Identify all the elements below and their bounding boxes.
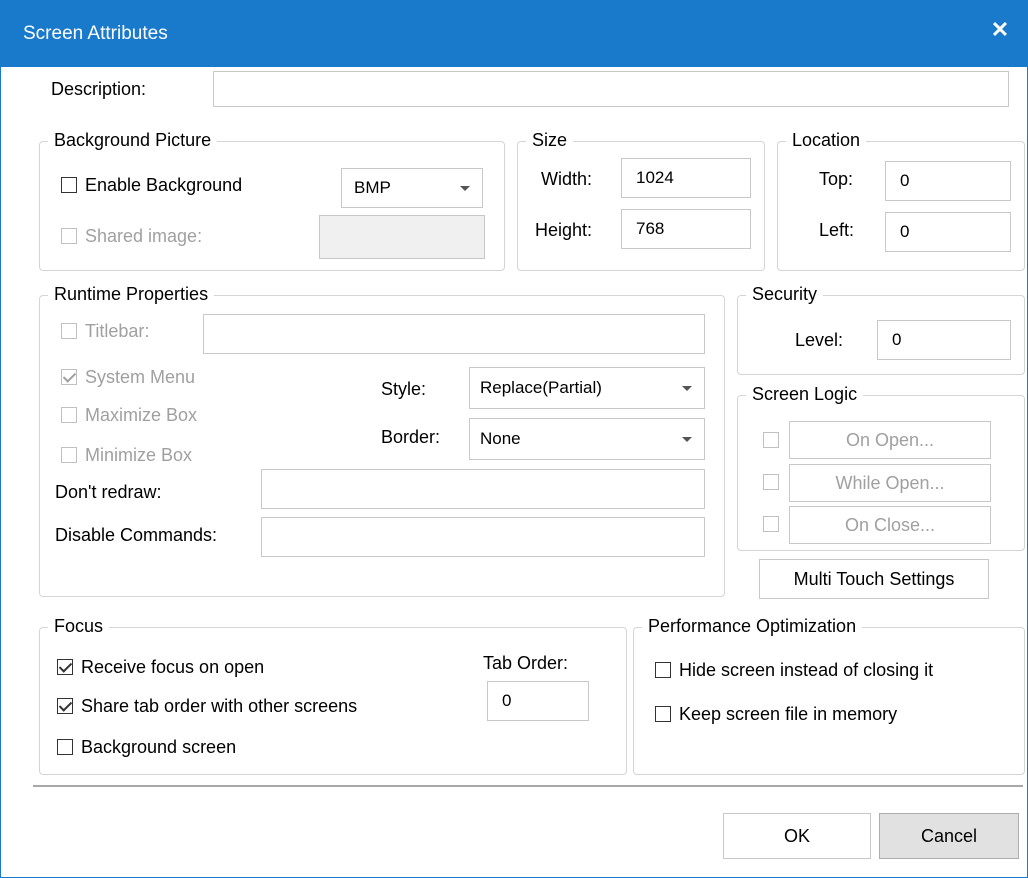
- background-screen-checkbox[interactable]: [57, 739, 73, 755]
- footer-separator: [33, 785, 1023, 787]
- chevron-down-icon: [682, 386, 692, 391]
- screen-attributes-dialog: Screen Attributes ✕ Description: Backgro…: [0, 0, 1028, 878]
- performance-optimization-group: Performance Optimization: [633, 616, 1025, 775]
- receive-focus-checkbox[interactable]: [57, 659, 73, 675]
- level-label: Level:: [795, 330, 844, 350]
- on-open-checkbox[interactable]: [763, 432, 779, 448]
- minimize-box-checkbox[interactable]: [61, 447, 77, 463]
- style-label: Style:: [381, 379, 427, 399]
- while-open-button[interactable]: While Open...: [789, 464, 991, 502]
- maximize-box-checkbox[interactable]: [61, 407, 77, 423]
- shared-image-input[interactable]: [319, 215, 485, 259]
- level-input[interactable]: 0: [877, 320, 1011, 360]
- title-bar[interactable]: Screen Attributes ✕: [1, 1, 1027, 67]
- dont-redraw-input[interactable]: [261, 469, 705, 509]
- minimize-box-label: Minimize Box: [85, 445, 193, 465]
- top-input[interactable]: 0: [885, 161, 1011, 201]
- keep-screen-checkbox[interactable]: [655, 706, 671, 722]
- description-input[interactable]: [213, 71, 1009, 107]
- system-menu-label: System Menu: [85, 367, 196, 387]
- height-label: Height:: [535, 220, 593, 240]
- performance-optimization-legend: Performance Optimization: [642, 616, 863, 637]
- background-screen-label: Background screen: [81, 737, 237, 757]
- hide-screen-checkbox[interactable]: [655, 662, 671, 678]
- height-input[interactable]: 768: [621, 209, 751, 249]
- receive-focus-label: Receive focus on open: [81, 657, 265, 677]
- hide-screen-label: Hide screen instead of closing it: [679, 660, 934, 680]
- screen-logic-legend: Screen Logic: [746, 384, 864, 405]
- share-tab-order-checkbox[interactable]: [57, 698, 73, 714]
- background-picture-legend: Background Picture: [48, 130, 218, 151]
- style-value: Replace(Partial): [480, 378, 602, 397]
- tab-order-label: Tab Order:: [483, 653, 569, 673]
- focus-legend: Focus: [48, 616, 110, 637]
- location-legend: Location: [786, 130, 867, 151]
- border-select[interactable]: None: [469, 418, 705, 460]
- description-label: Description:: [51, 79, 147, 99]
- security-legend: Security: [746, 284, 824, 305]
- shared-image-label: Shared image:: [85, 226, 203, 246]
- shared-image-checkbox[interactable]: [61, 228, 77, 244]
- keep-screen-label: Keep screen file in memory: [679, 704, 898, 724]
- runtime-properties-legend: Runtime Properties: [48, 284, 215, 305]
- style-select[interactable]: Replace(Partial): [469, 367, 705, 409]
- size-legend: Size: [526, 130, 574, 151]
- close-icon[interactable]: ✕: [985, 15, 1015, 45]
- titlebar-input[interactable]: [203, 314, 705, 354]
- ok-button[interactable]: OK: [723, 813, 871, 859]
- top-label: Top:: [819, 169, 854, 189]
- multi-touch-settings-button[interactable]: Multi Touch Settings: [759, 559, 989, 599]
- width-label: Width:: [541, 169, 593, 189]
- checkmark-icon: [58, 659, 73, 673]
- system-menu-checkbox[interactable]: [61, 369, 77, 385]
- while-open-checkbox[interactable]: [763, 474, 779, 490]
- tab-order-input[interactable]: 0: [487, 681, 589, 721]
- dont-redraw-label: Don't redraw:: [55, 482, 162, 502]
- disable-commands-label: Disable Commands:: [55, 525, 218, 545]
- disable-commands-input[interactable]: [261, 517, 705, 557]
- border-value: None: [480, 429, 521, 448]
- titlebar-label: Titlebar:: [85, 321, 150, 341]
- on-close-checkbox[interactable]: [763, 516, 779, 532]
- border-label: Border:: [381, 427, 441, 447]
- share-tab-order-label: Share tab order with other screens: [81, 696, 358, 716]
- background-format-select[interactable]: BMP: [341, 168, 483, 208]
- left-label: Left:: [819, 220, 855, 240]
- checkmark-icon: [62, 369, 77, 383]
- dialog-title: Screen Attributes: [23, 23, 168, 44]
- left-input[interactable]: 0: [885, 212, 1011, 252]
- cancel-button[interactable]: Cancel: [879, 813, 1019, 859]
- maximize-box-label: Maximize Box: [85, 405, 198, 425]
- background-format-value: BMP: [354, 178, 391, 197]
- enable-background-checkbox[interactable]: [61, 177, 77, 193]
- width-input[interactable]: 1024: [621, 158, 751, 198]
- chevron-down-icon: [460, 186, 470, 191]
- checkmark-icon: [58, 698, 73, 712]
- enable-background-label: Enable Background: [85, 175, 243, 195]
- on-close-button[interactable]: On Close...: [789, 506, 991, 544]
- chevron-down-icon: [682, 437, 692, 442]
- titlebar-checkbox[interactable]: [61, 323, 77, 339]
- on-open-button[interactable]: On Open...: [789, 421, 991, 459]
